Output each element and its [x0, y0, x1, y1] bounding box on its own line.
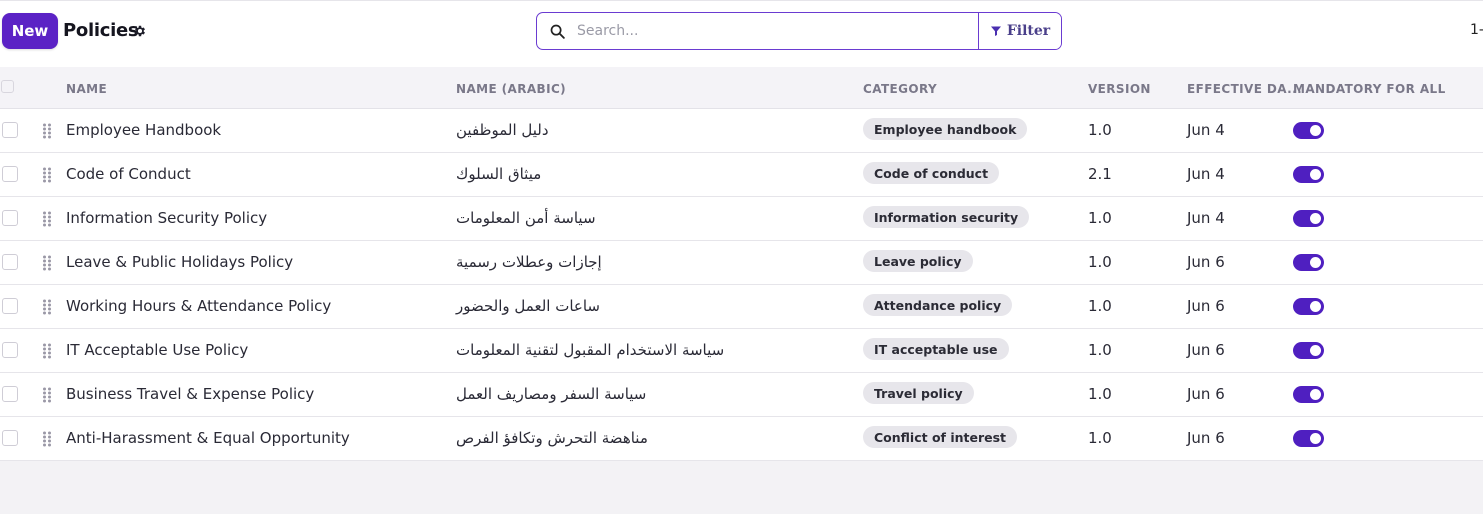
column-header-name-arabic[interactable]: NAME (ARABIC)	[456, 82, 566, 96]
pagination-text: 1-	[1470, 22, 1483, 38]
mandatory-toggle[interactable]	[1293, 122, 1324, 139]
row-checkbox[interactable]	[2, 298, 18, 314]
category-badge: Travel policy	[863, 382, 974, 404]
category-badge: Attendance policy	[863, 294, 1013, 316]
search-icon	[537, 13, 577, 49]
table-header: NAME NAME (ARABIC) CATEGORY VERSION EFFE…	[0, 67, 1483, 109]
version-value: 1.0	[1088, 121, 1112, 139]
category-badge: Code of conduct	[863, 162, 1000, 184]
policy-name[interactable]: Business Travel & Expense Policy	[66, 385, 314, 403]
category-badge: Employee handbook	[863, 118, 1028, 140]
policy-name-arabic: سياسة أمن المعلومات	[456, 209, 596, 227]
mandatory-toggle[interactable]	[1293, 166, 1324, 183]
category-badge: Leave policy	[863, 250, 973, 272]
mandatory-toggle[interactable]	[1293, 386, 1324, 403]
column-header-version[interactable]: VERSION	[1088, 82, 1151, 96]
page-title: Policies	[63, 20, 139, 41]
category-badge: Information security	[863, 206, 1030, 228]
effective-date-value: Jun 6	[1187, 253, 1225, 271]
version-value: 1.0	[1088, 209, 1112, 227]
effective-date-value: Jun 4	[1187, 209, 1225, 227]
policy-name[interactable]: Working Hours & Attendance Policy	[66, 297, 331, 315]
drag-handle-icon[interactable]	[42, 255, 52, 271]
policy-name-arabic: مناهضة التحرش وتكافؤ الفرص	[456, 429, 648, 447]
policy-name[interactable]: IT Acceptable Use Policy	[66, 341, 248, 359]
drag-handle-icon[interactable]	[42, 387, 52, 403]
column-header-name[interactable]: NAME	[66, 82, 107, 96]
policy-name[interactable]: Employee Handbook	[66, 121, 221, 139]
policy-name[interactable]: Anti-Harassment & Equal Opportunity	[66, 429, 350, 447]
policy-name-arabic: سياسة السفر ومصاريف العمل	[456, 385, 647, 403]
mandatory-toggle[interactable]	[1293, 342, 1324, 359]
table-row[interactable]: Working Hours & Attendance Policy ساعات …	[0, 285, 1483, 329]
top-toolbar: New Policies Filter 1-	[0, 0, 1483, 67]
policy-name-arabic: ميثاق السلوك	[456, 165, 542, 183]
column-header-mandatory[interactable]: MANDATORY FOR ALL	[1293, 82, 1446, 96]
policy-name[interactable]: Information Security Policy	[66, 209, 267, 227]
search-bar: Filter	[536, 12, 1062, 50]
drag-handle-icon[interactable]	[42, 343, 52, 359]
version-value: 1.0	[1088, 297, 1112, 315]
filter-icon	[990, 26, 1001, 36]
policy-name-arabic: ساعات العمل والحضور	[456, 297, 600, 315]
row-checkbox[interactable]	[2, 342, 18, 358]
row-checkbox[interactable]	[2, 166, 18, 182]
policies-table: NAME NAME (ARABIC) CATEGORY VERSION EFFE…	[0, 67, 1483, 461]
version-value: 1.0	[1088, 429, 1112, 447]
mandatory-toggle[interactable]	[1293, 210, 1324, 227]
version-value: 1.0	[1088, 341, 1112, 359]
row-checkbox[interactable]	[2, 254, 18, 270]
row-checkbox[interactable]	[2, 386, 18, 402]
version-value: 2.1	[1088, 165, 1112, 183]
policy-name[interactable]: Leave & Public Holidays Policy	[66, 253, 293, 271]
version-value: 1.0	[1088, 253, 1112, 271]
mandatory-toggle[interactable]	[1293, 298, 1324, 315]
effective-date-value: Jun 6	[1187, 341, 1225, 359]
table-row[interactable]: Business Travel & Expense Policy سياسة ا…	[0, 373, 1483, 417]
table-body: Employee Handbook دليل الموظفين Employee…	[0, 109, 1483, 461]
filter-label: Filter	[1006, 23, 1051, 39]
drag-handle-icon[interactable]	[42, 211, 52, 227]
policy-name[interactable]: Code of Conduct	[66, 165, 191, 183]
new-button[interactable]: New	[2, 13, 58, 49]
drag-handle-icon[interactable]	[42, 299, 52, 315]
drag-handle-icon[interactable]	[42, 431, 52, 447]
select-all-checkbox[interactable]	[1, 80, 14, 93]
effective-date-value: Jun 4	[1187, 165, 1225, 183]
table-row[interactable]: IT Acceptable Use Policy سياسة الاستخدام…	[0, 329, 1483, 373]
filter-button[interactable]: Filter	[978, 13, 1061, 49]
table-row[interactable]: Anti-Harassment & Equal Opportunity مناه…	[0, 417, 1483, 461]
effective-date-value: Jun 6	[1187, 385, 1225, 403]
drag-handle-icon[interactable]	[42, 167, 52, 183]
effective-date-value: Jun 6	[1187, 297, 1225, 315]
column-header-effective-date[interactable]: EFFECTIVE DA...	[1187, 82, 1302, 96]
table-row[interactable]: Employee Handbook دليل الموظفين Employee…	[0, 109, 1483, 153]
effective-date-value: Jun 6	[1187, 429, 1225, 447]
table-row[interactable]: Code of Conduct ميثاق السلوك Code of con…	[0, 153, 1483, 197]
policy-name-arabic: إجازات وعطلات رسمية	[456, 253, 602, 271]
mandatory-toggle[interactable]	[1293, 430, 1324, 447]
search-input[interactable]	[577, 13, 978, 49]
mandatory-toggle[interactable]	[1293, 254, 1324, 271]
table-row[interactable]: Leave & Public Holidays Policy إجازات وع…	[0, 241, 1483, 285]
row-checkbox[interactable]	[2, 210, 18, 226]
column-header-category[interactable]: CATEGORY	[863, 82, 937, 96]
table-row[interactable]: Information Security Policy سياسة أمن ال…	[0, 197, 1483, 241]
category-badge: Conflict of interest	[863, 426, 1018, 448]
row-checkbox[interactable]	[2, 122, 18, 138]
drag-handle-icon[interactable]	[42, 123, 52, 139]
version-value: 1.0	[1088, 385, 1112, 403]
policy-name-arabic: دليل الموظفين	[456, 121, 549, 139]
gear-icon[interactable]	[133, 24, 147, 38]
effective-date-value: Jun 4	[1187, 121, 1225, 139]
category-badge: IT acceptable use	[863, 338, 1009, 360]
policy-name-arabic: سياسة الاستخدام المقبول لتقنية المعلومات	[456, 341, 725, 359]
row-checkbox[interactable]	[2, 430, 18, 446]
